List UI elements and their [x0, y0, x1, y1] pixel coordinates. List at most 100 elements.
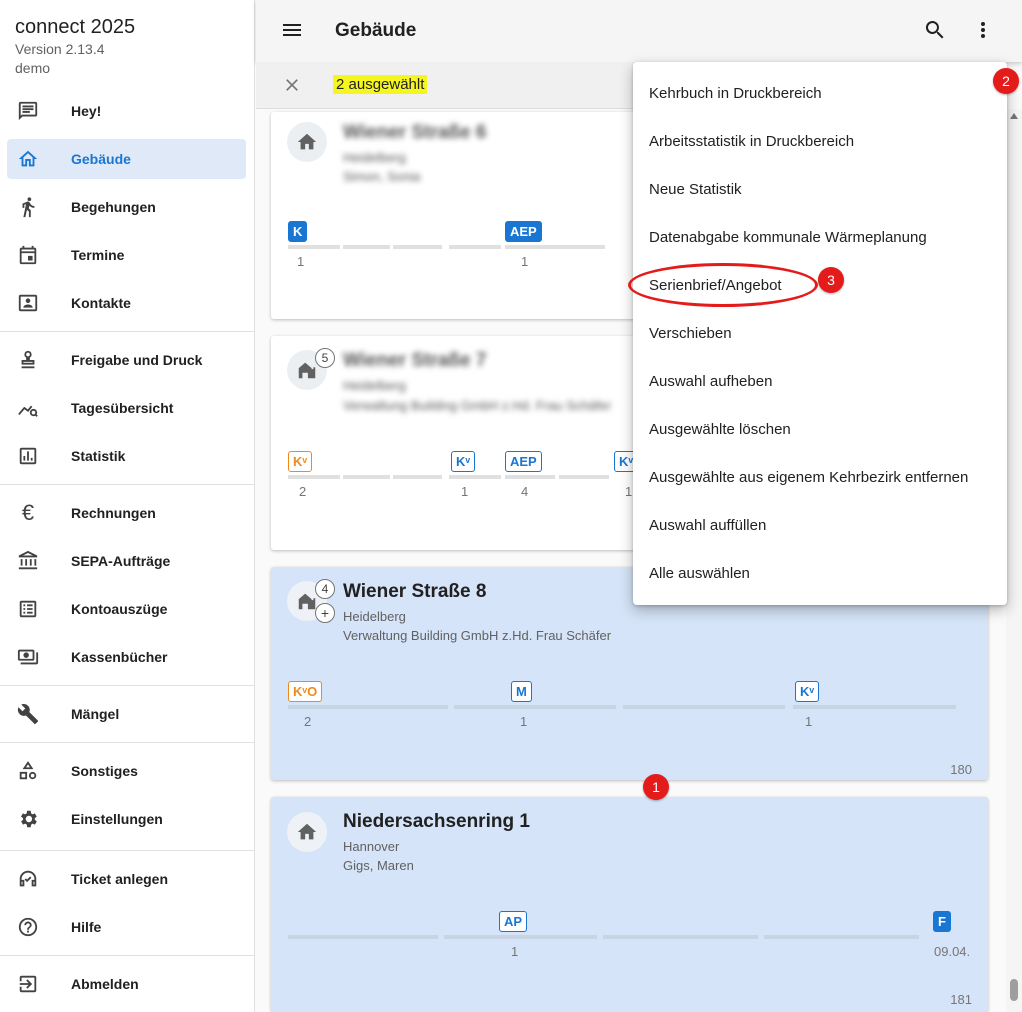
sidebar-item-label: Statistik: [71, 448, 126, 464]
sidebar-item-label: Abmelden: [71, 976, 139, 992]
step-marker: 1: [643, 774, 669, 800]
sidebar-item-kontoauszuege[interactable]: Kontoauszüge: [7, 589, 246, 629]
divider: [0, 742, 254, 743]
menu-item-auswahl-aufheben[interactable]: Auswahl aufheben: [649, 373, 772, 390]
sidebar-item-label: Kontoauszüge: [71, 601, 168, 617]
search-icon[interactable]: [923, 18, 947, 42]
timeline-track: [454, 705, 616, 709]
timeline-track: [505, 475, 555, 479]
sidebar-item-label: Kassenbücher: [71, 649, 168, 665]
timeline-track: [288, 935, 438, 939]
home-icon: [17, 148, 39, 170]
sidebar-item-gebaeude[interactable]: Gebäude: [7, 139, 246, 179]
menu-item-arbeitsstatistik[interactable]: Arbeitsstatistik in Druckbereich: [649, 133, 854, 150]
chat-icon: [17, 100, 39, 122]
selection-count: 2 ausgewählt: [333, 75, 428, 94]
card-city: Heidelberg: [343, 378, 406, 393]
menu-item-alle-auswaehlen[interactable]: Alle auswählen: [649, 565, 750, 582]
menu-item-kehrbuch[interactable]: Kehrbuch in Druckbereich: [649, 85, 822, 102]
menu-item-verschieben[interactable]: Verschieben: [649, 325, 732, 342]
app-user: demo: [15, 60, 51, 76]
help-icon: [17, 916, 39, 938]
status-tag: AP: [499, 911, 528, 932]
timeline-track: [393, 475, 442, 479]
divider: [0, 955, 254, 956]
sidebar-item-statistik[interactable]: Statistik: [7, 436, 246, 476]
count-value: 1: [625, 484, 633, 499]
menu-item-ausgewaehlte-loeschen[interactable]: Ausgewählte löschen: [649, 421, 791, 438]
sidebar-item-sonstiges[interactable]: Sonstiges: [7, 751, 246, 791]
due-date: 09.04.: [934, 944, 971, 959]
timeline-track: [393, 245, 442, 249]
sidebar: connect 2025 Version 2.13.4 demo Hey! Ge…: [0, 0, 255, 1012]
calendar-icon: [17, 244, 39, 266]
menu-item-auswahl-auffuellen[interactable]: Auswahl auffüllen: [649, 517, 766, 534]
add-unit-button[interactable]: +: [315, 603, 335, 623]
sidebar-item-termine[interactable]: Termine: [7, 235, 246, 275]
hamburger-menu-icon[interactable]: [280, 18, 304, 42]
card-contact: Gigs, Maren: [343, 858, 414, 873]
count-value: 1: [520, 714, 528, 729]
card-city: Hannover: [343, 839, 400, 854]
sidebar-item-maengel[interactable]: Mängel: [7, 694, 246, 734]
timeline-track: [623, 705, 785, 709]
sidebar-item-ticket[interactable]: Ticket anlegen: [7, 859, 246, 899]
sidebar-item-label: Ticket anlegen: [71, 871, 169, 887]
count-value: 4: [521, 484, 529, 499]
card-title: Wiener Straße 7: [343, 350, 487, 371]
sidebar-item-label: Begehungen: [71, 199, 156, 215]
timeline-track: [559, 475, 609, 479]
scroll-up-arrow-icon[interactable]: [1010, 113, 1018, 119]
status-tag: Kᵛ: [288, 451, 313, 472]
sidebar-item-freigabe[interactable]: Freigabe und Druck: [7, 340, 246, 380]
menu-item-datenabgabe[interactable]: Datenabgabe kommunale Wärmeplanung: [649, 229, 927, 246]
sidebar-item-label: Tagesübersicht: [71, 400, 174, 416]
status-tag: KᵛO: [288, 681, 323, 702]
card-city: Heidelberg: [343, 609, 406, 624]
shapes-icon: [17, 760, 39, 782]
sidebar-item-sepa[interactable]: SEPA-Aufträge: [7, 541, 246, 581]
status-tag: AEP: [505, 451, 542, 472]
sidebar-item-kontakte[interactable]: Kontakte: [7, 283, 246, 323]
scrollbar-thumb[interactable]: [1010, 979, 1018, 1001]
timeline-track: [343, 475, 390, 479]
status-tag: Kᵛ: [451, 451, 476, 472]
sidebar-item-tagesuebersicht[interactable]: Tagesübersicht: [7, 388, 246, 428]
building-card[interactable]: Niedersachsenring 1 Hannover Gigs, Maren…: [271, 797, 988, 1012]
status-tag: K: [288, 221, 308, 242]
count-value: 1: [297, 254, 305, 269]
count-value: 1: [805, 714, 813, 729]
sidebar-item-label: Hilfe: [71, 919, 102, 935]
card-contact: Verwaltung Building GmbH z.Hd. Frau Schä…: [343, 398, 612, 413]
sidebar-item-hey[interactable]: Hey!: [7, 91, 246, 131]
wrench-icon: [17, 703, 39, 725]
count-value: 1: [511, 944, 519, 959]
timeline-track: [288, 705, 448, 709]
count-value: 1: [521, 254, 529, 269]
card-contact: Verwaltung Building GmbH z.Hd. Frau Schä…: [343, 628, 612, 643]
sidebar-item-kassenbuecher[interactable]: Kassenbücher: [7, 637, 246, 677]
scrollbar[interactable]: [1006, 109, 1022, 1012]
sidebar-item-hilfe[interactable]: Hilfe: [7, 907, 246, 947]
close-icon[interactable]: [282, 75, 302, 95]
sidebar-item-label: Sonstiges: [71, 763, 138, 779]
card-id: 181: [950, 992, 972, 1007]
status-tag: AEP: [505, 221, 542, 242]
count-value: 1: [461, 484, 469, 499]
cash-icon: [17, 646, 39, 668]
app-title: connect 2025: [15, 16, 136, 38]
list-icon: [17, 598, 39, 620]
card-title: Wiener Straße 6: [343, 122, 487, 143]
sidebar-item-abmelden[interactable]: Abmelden: [7, 964, 246, 1004]
more-vert-icon[interactable]: [971, 18, 995, 42]
menu-item-aus-kehrbezirk-entfernen[interactable]: Ausgewählte aus eigenem Kehrbezirk entfe…: [649, 469, 968, 486]
highlight-oval: [628, 263, 818, 307]
timeline-track: [288, 245, 340, 249]
sidebar-item-rechnungen[interactable]: € Rechnungen: [7, 493, 246, 533]
unit-count: 5: [315, 348, 335, 368]
sidebar-item-einstellungen[interactable]: Einstellungen: [7, 799, 246, 839]
sidebar-item-begehungen[interactable]: Begehungen: [7, 187, 246, 227]
walk-icon: [17, 196, 39, 218]
support-agent-icon: [17, 868, 39, 890]
menu-item-neue-statistik[interactable]: Neue Statistik: [649, 181, 742, 198]
